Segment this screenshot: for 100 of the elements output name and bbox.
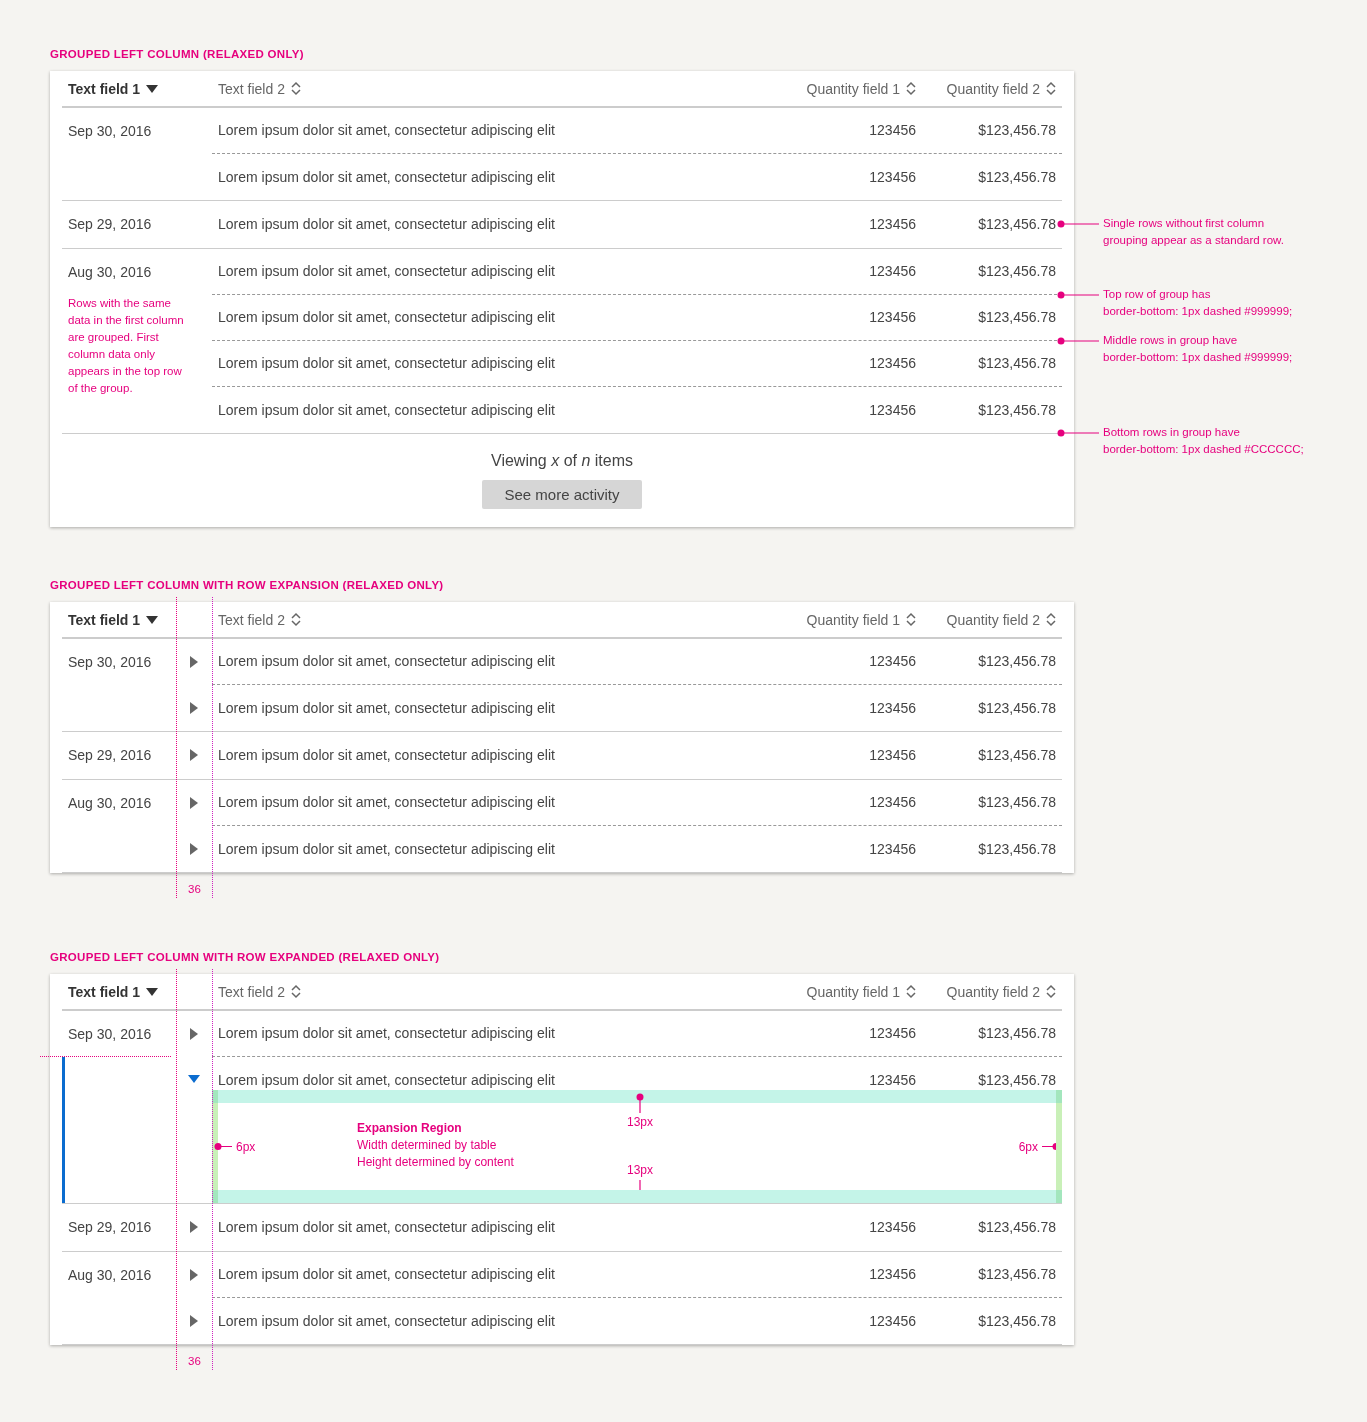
amount-cell-text: $123,456.78 xyxy=(977,794,1057,811)
leader-line xyxy=(636,1093,644,1113)
padding-corner xyxy=(212,1090,218,1103)
width-label: 36 xyxy=(188,882,201,897)
text-cell-text: Lorem ipsum dolor sit amet, consectetur adipiscing elit xyxy=(217,1072,556,1089)
caret-right-icon[interactable] xyxy=(190,1221,198,1233)
column-header[interactable]: Text field 2 xyxy=(218,80,301,97)
amount-cell-text: $123,456.78 xyxy=(977,1218,1057,1236)
date-cell: Aug 30, 2016 xyxy=(68,264,152,281)
annotation-text: Single rows without first column grouping appear as a standard row. xyxy=(1103,216,1284,248)
padding-corner xyxy=(1056,1190,1062,1203)
caret-right-icon[interactable] xyxy=(190,797,198,809)
text-cell-text: Lorem ipsum dolor sit amet, consectetur adipiscing elit xyxy=(217,263,556,280)
amount-cell-text: $123,456.78 xyxy=(977,215,1057,233)
amount-cell-text: $123,456.78 xyxy=(977,1266,1057,1283)
date-cell: Sep 29, 2016 xyxy=(68,1219,152,1236)
annotation-text: Top row of group has border-bottom: 1px dashed #999999; xyxy=(1103,287,1293,319)
quantity-cell-text: 123456 xyxy=(868,263,916,280)
text-cell-text: Lorem ipsum dolor sit amet, consectetur adipiscing elit xyxy=(217,699,556,717)
see-more-button[interactable]: See more activity xyxy=(482,480,642,509)
text-cell-text: Lorem ipsum dolor sit amet, consectetur adipiscing elit xyxy=(217,746,556,764)
caret-right-icon[interactable] xyxy=(190,1315,198,1327)
text-cell-text: Lorem ipsum dolor sit amet, consectetur adipiscing elit xyxy=(217,653,556,670)
amount-cell-text: $123,456.78 xyxy=(977,1072,1057,1089)
column-header[interactable]: Text field 1 xyxy=(68,983,159,1000)
quantity-cell-text: 123456 xyxy=(868,794,916,811)
text-cell-text: Lorem ipsum dolor sit amet, consectetur adipiscing elit xyxy=(217,1312,556,1330)
quantity-cell-text: 123456 xyxy=(868,401,916,419)
expansion-region-title: Expansion Region xyxy=(357,1120,462,1137)
caret-right-icon[interactable] xyxy=(190,656,198,668)
section-title: GROUPED LEFT COLUMN WITH ROW EXPANDED (RELAXED ONLY) xyxy=(50,951,440,963)
quantity-cell-text: 123456 xyxy=(868,215,916,233)
quantity-cell-text: 123456 xyxy=(868,168,916,186)
annotation-text: Rows with the same data in the first column are grouped. First column data only appears in the top row of the group. xyxy=(68,296,184,396)
quantity-cell-text: 123456 xyxy=(868,309,916,326)
quantity-cell-text: 123456 xyxy=(868,699,916,717)
quantity-cell-text: 123456 xyxy=(868,746,916,764)
caret-right-icon[interactable] xyxy=(190,1028,198,1040)
column-header[interactable]: Text field 2 xyxy=(218,983,301,1000)
section-title: GROUPED LEFT COLUMN WITH ROW EXPANSION (RELAXED ONLY) xyxy=(50,579,444,591)
column-header[interactable]: Text field 2 xyxy=(218,611,301,628)
amount-cell-text: $123,456.78 xyxy=(977,168,1057,186)
quantity-cell-text: 123456 xyxy=(868,1218,916,1236)
text-cell-text: Lorem ipsum dolor sit amet, consectetur adipiscing elit xyxy=(217,168,556,186)
amount-cell-text: $123,456.78 xyxy=(977,309,1057,326)
padding-label: 6px xyxy=(1018,1139,1038,1154)
expansion-region-description: Width determined by table Height determined by content xyxy=(357,1137,514,1171)
width-label: 36 xyxy=(188,1354,201,1369)
amount-cell-text: $123,456.78 xyxy=(977,840,1057,858)
date-cell: Aug 30, 2016 xyxy=(68,795,152,812)
caret-right-icon[interactable] xyxy=(190,843,198,855)
quantity-cell-text: 123456 xyxy=(868,1072,916,1089)
amount-cell-text: $123,456.78 xyxy=(977,1312,1057,1330)
date-cell: Sep 30, 2016 xyxy=(68,1026,152,1043)
column-header[interactable]: Quantity field 2 xyxy=(946,983,1056,1000)
column-header[interactable]: Quantity field 1 xyxy=(806,80,916,97)
items-summary: Viewing x of n items xyxy=(491,452,633,470)
quantity-cell-text: 123456 xyxy=(868,1025,916,1042)
caret-down-icon[interactable] xyxy=(188,1075,200,1083)
quantity-cell-text: 123456 xyxy=(868,355,916,372)
text-cell-text: Lorem ipsum dolor sit amet, consectetur adipiscing elit xyxy=(217,401,556,419)
caret-right-icon[interactable] xyxy=(190,1269,198,1281)
amount-cell-text: $123,456.78 xyxy=(977,653,1057,670)
text-cell-text: Lorem ipsum dolor sit amet, consectetur adipiscing elit xyxy=(217,840,556,858)
column-header[interactable]: Text field 1 xyxy=(68,80,159,97)
leader-line xyxy=(214,1142,232,1151)
amount-cell-text: $123,456.78 xyxy=(977,401,1057,419)
caret-right-icon[interactable] xyxy=(190,749,198,761)
quantity-cell-text: 123456 xyxy=(868,122,916,139)
column-header[interactable]: Quantity field 2 xyxy=(946,611,1056,628)
annotation-text: Middle rows in group have border-bottom: 1px dashed #999999; xyxy=(1103,333,1293,365)
annotation-text: Bottom rows in group have border-bottom: 1px dashed #CCCCCC; xyxy=(1103,425,1304,457)
column-header[interactable]: Text field 1 xyxy=(68,611,159,628)
text-cell-text: Lorem ipsum dolor sit amet, consectetur adipiscing elit xyxy=(217,794,556,811)
date-cell: Sep 30, 2016 xyxy=(68,123,152,140)
date-cell: Sep 30, 2016 xyxy=(68,654,152,671)
amount-cell-text: $123,456.78 xyxy=(977,1025,1057,1042)
text-cell-text: Lorem ipsum dolor sit amet, consectetur adipiscing elit xyxy=(217,1266,556,1283)
text-cell-text: Lorem ipsum dolor sit amet, consectetur adipiscing elit xyxy=(217,122,556,139)
padding-label: 13px xyxy=(627,1115,654,1130)
amount-cell-text: $123,456.78 xyxy=(977,122,1057,139)
text-cell-text: Lorem ipsum dolor sit amet, consectetur adipiscing elit xyxy=(217,309,556,326)
text-cell-text: Lorem ipsum dolor sit amet, consectetur adipiscing elit xyxy=(217,355,556,372)
padding-label: 13px xyxy=(627,1163,654,1178)
date-cell: Aug 30, 2016 xyxy=(68,1267,152,1284)
column-header[interactable]: Quantity field 1 xyxy=(806,611,916,628)
section-title: GROUPED LEFT COLUMN (RELAXED ONLY) xyxy=(50,48,304,60)
column-header[interactable]: Quantity field 1 xyxy=(806,983,916,1000)
amount-cell-text: $123,456.78 xyxy=(977,263,1057,280)
quantity-cell-text: 123456 xyxy=(868,1266,916,1283)
text-cell-text: Lorem ipsum dolor sit amet, consectetur adipiscing elit xyxy=(217,215,556,233)
date-cell: Sep 29, 2016 xyxy=(68,747,152,764)
padding-corner xyxy=(1056,1090,1062,1103)
amount-cell-text: $123,456.78 xyxy=(977,699,1057,717)
column-header[interactable]: Quantity field 2 xyxy=(946,80,1056,97)
amount-cell-text: $123,456.78 xyxy=(977,355,1057,372)
caret-right-icon[interactable] xyxy=(190,702,198,714)
quantity-cell-text: 123456 xyxy=(868,1312,916,1330)
text-cell-text: Lorem ipsum dolor sit amet, consectetur adipiscing elit xyxy=(217,1218,556,1236)
amount-cell-text: $123,456.78 xyxy=(977,746,1057,764)
